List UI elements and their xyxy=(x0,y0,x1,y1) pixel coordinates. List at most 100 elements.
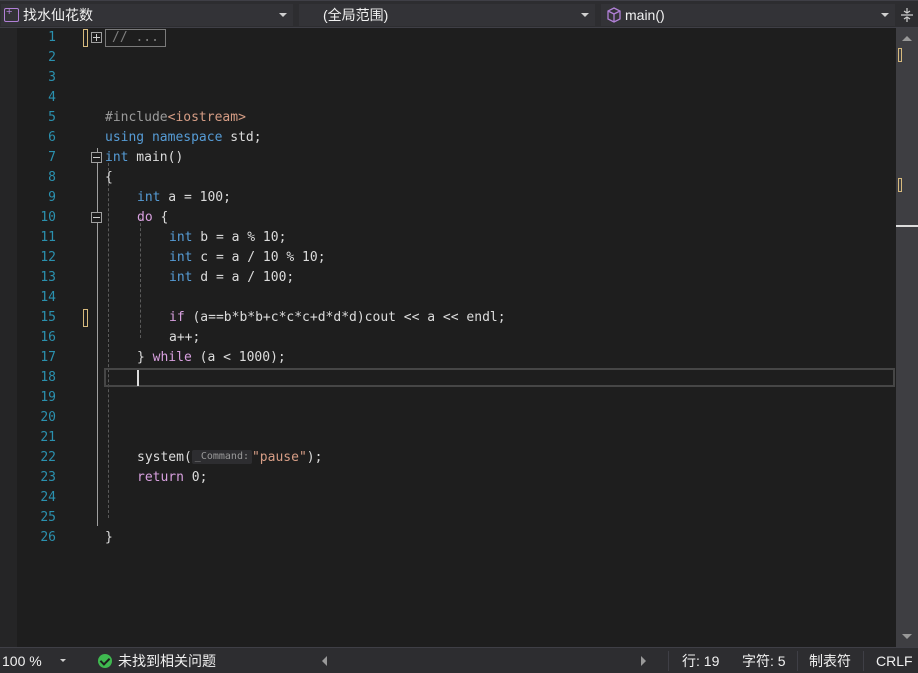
scope-label: (全局范围) xyxy=(323,7,389,23)
code-line: 12 int c = a / 10 % 10; xyxy=(0,248,896,268)
chevron-down-icon xyxy=(60,659,66,662)
string-literal: "pause" xyxy=(251,450,307,465)
split-window-button[interactable] xyxy=(898,3,916,27)
code-line: 6 using namespace std; xyxy=(0,128,896,148)
code-line: 23 return 0; xyxy=(0,468,896,488)
indentation-mode: 制表符 xyxy=(809,653,851,669)
code-token: 0; xyxy=(183,470,208,485)
expand-region-icon[interactable] xyxy=(91,32,102,43)
keyword: int xyxy=(169,270,193,285)
line-number: 12 xyxy=(40,250,56,265)
code-line: 20 xyxy=(0,408,896,428)
line-number: 21 xyxy=(40,430,56,445)
collapsed-region[interactable]: // ... xyxy=(105,29,166,47)
code-line: 13 int d = a / 100; xyxy=(0,268,896,288)
line-number: 3 xyxy=(48,70,56,85)
change-marker xyxy=(83,29,88,47)
char-position: 字符: 5 xyxy=(742,653,786,669)
code-text: int a = 100; xyxy=(137,188,231,208)
caret-position-marker xyxy=(896,225,918,227)
project-dropdown[interactable]: 找水仙花数 xyxy=(0,3,294,27)
line-number: 6 xyxy=(48,130,56,145)
line-number: 13 xyxy=(40,270,56,285)
line-number: 2 xyxy=(48,50,56,65)
code-line: 11 int b = a % 10; xyxy=(0,228,896,248)
line-number: 9 xyxy=(48,190,56,205)
line-ending-indicator[interactable]: CRLF xyxy=(876,650,913,672)
code-line: 19 xyxy=(0,388,896,408)
project-name: 找水仙花数 xyxy=(23,7,93,23)
keyword: do xyxy=(137,210,153,225)
preprocessor-directive: #include xyxy=(105,110,168,125)
divider xyxy=(797,651,798,671)
code-line: 16 a++; xyxy=(0,328,896,348)
chevron-down-icon xyxy=(881,13,889,17)
code-line: 5 #include<iostream> xyxy=(0,108,896,128)
line-number: 19 xyxy=(40,390,56,405)
line-indicator[interactable]: 行: 19 xyxy=(682,650,719,672)
code-line: 1 // ... xyxy=(0,28,896,48)
keyword: while xyxy=(152,350,192,365)
code-line: 15 if (a==b*b*b+c*c*c+d*d*d)cout << a <<… xyxy=(0,308,896,328)
code-editor[interactable]: 1 // ... 2 3 4 5 #include<iostream> 6 us… xyxy=(0,28,896,647)
issues-indicator[interactable]: 未找到相关问题 xyxy=(98,650,216,672)
scroll-down-icon[interactable] xyxy=(902,634,912,639)
issues-text: 未找到相关问题 xyxy=(118,653,216,669)
line-number: 24 xyxy=(40,490,56,505)
code-line: 21 xyxy=(0,428,896,448)
code-line: 8 { xyxy=(0,168,896,188)
code-token: c = a / 10 % 10; xyxy=(192,250,326,265)
scroll-left-icon[interactable] xyxy=(322,656,327,666)
collapse-region-icon[interactable] xyxy=(91,212,102,223)
code-text: using namespace std; xyxy=(105,128,262,148)
scope-dropdown[interactable]: (全局范围) xyxy=(298,3,596,27)
zoom-dropdown[interactable]: 100 % xyxy=(0,650,70,672)
scroll-up-icon[interactable] xyxy=(902,36,912,41)
line-number: 1 xyxy=(48,30,56,45)
collapse-region-icon[interactable] xyxy=(91,152,102,163)
line-number: 15 xyxy=(40,310,56,325)
split-icon xyxy=(901,8,913,22)
line-number: 20 xyxy=(40,410,56,425)
char-indicator[interactable]: 字符: 5 xyxy=(742,650,786,672)
code-line: 3 xyxy=(0,68,896,88)
code-text: } while (a < 1000); xyxy=(137,348,286,368)
indentation-indicator[interactable]: 制表符 xyxy=(809,650,851,672)
code-token: } xyxy=(137,350,153,365)
code-line: 18 xyxy=(0,368,896,388)
code-text: int main() xyxy=(105,148,183,168)
code-text: if (a==b*b*b+c*c*c+d*d*d)cout << a << en… xyxy=(169,308,506,328)
keyword: int xyxy=(105,150,129,165)
code-line: 2 xyxy=(0,48,896,68)
code-text: return 0; xyxy=(137,468,207,488)
scroll-right-icon[interactable] xyxy=(641,656,646,666)
keyword: int xyxy=(169,230,193,245)
keyword: return xyxy=(137,470,184,485)
line-ending: CRLF xyxy=(876,653,913,669)
horizontal-scrollbar[interactable] xyxy=(318,651,658,671)
code-line: 24 xyxy=(0,488,896,508)
chevron-down-icon xyxy=(279,13,287,17)
change-marker xyxy=(83,309,88,327)
code-text: a++; xyxy=(169,330,201,345)
code-token: system( xyxy=(137,450,192,465)
function-dropdown[interactable]: main() xyxy=(600,3,896,27)
line-number: 7 xyxy=(48,150,56,165)
code-text: } xyxy=(105,530,113,545)
code-line: 25 xyxy=(0,508,896,528)
code-token: main() xyxy=(128,150,184,165)
divider xyxy=(668,651,669,671)
code-line: 17 } while (a < 1000); xyxy=(0,348,896,368)
function-label: main() xyxy=(625,7,665,23)
line-number: 22 xyxy=(40,450,56,465)
line-number: 4 xyxy=(48,90,56,105)
line-position: 行: 19 xyxy=(682,653,720,669)
keyword: using xyxy=(105,130,145,145)
navigation-bar: 找水仙花数 (全局范围) main() xyxy=(0,0,918,28)
check-circle-icon xyxy=(98,654,112,668)
vertical-scrollbar[interactable] xyxy=(896,28,918,647)
project-icon xyxy=(4,6,19,22)
code-text: int c = a / 10 % 10; xyxy=(169,248,326,268)
change-marker xyxy=(898,48,902,62)
code-line: 7 int main() xyxy=(0,148,896,168)
